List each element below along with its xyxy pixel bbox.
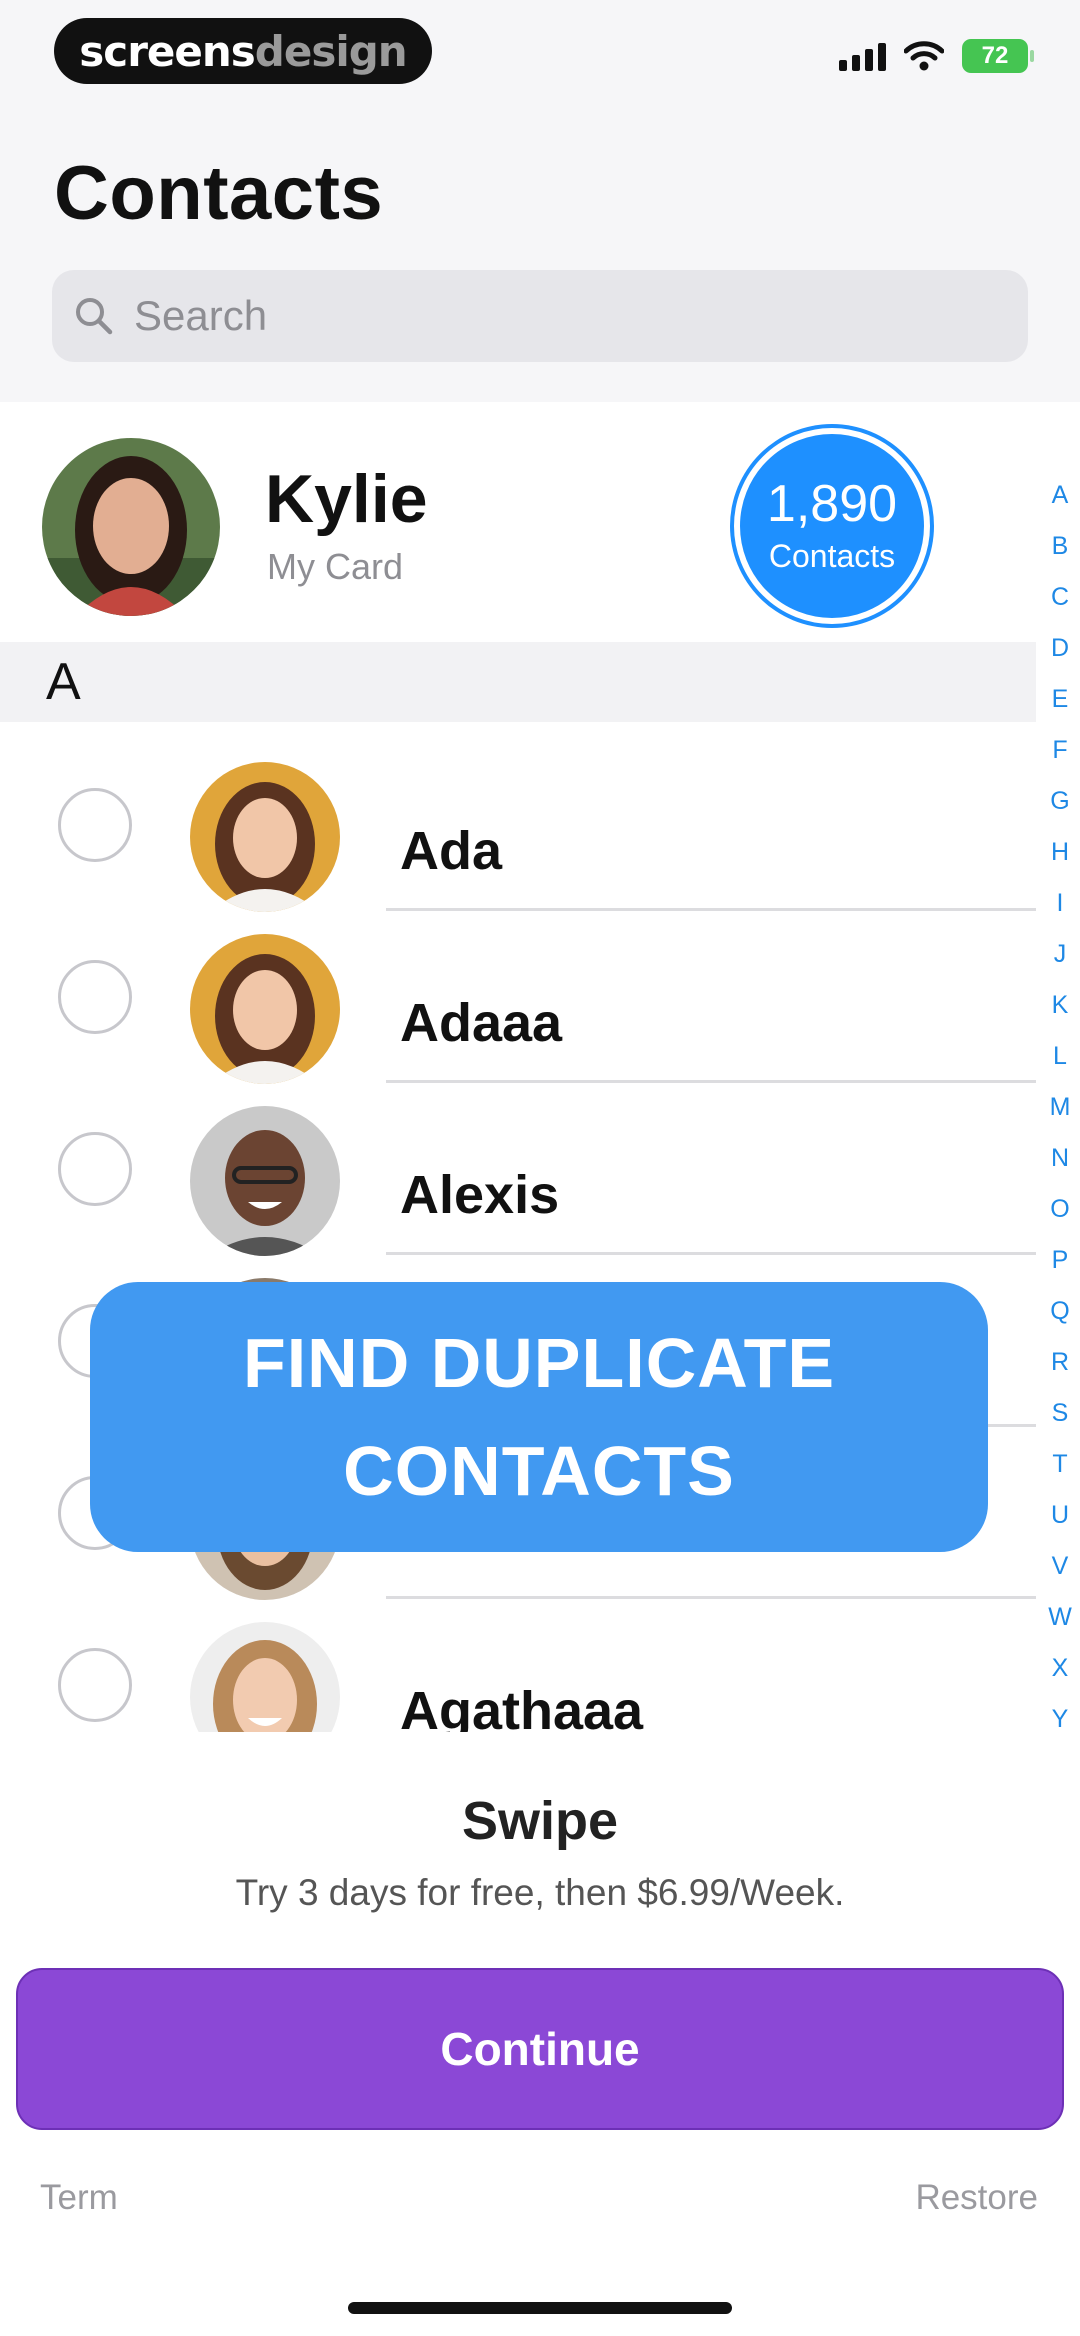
my-card-subtitle: My Card (267, 546, 404, 587)
contact-name: Ada (400, 821, 503, 881)
watermark-part2: design (254, 26, 408, 76)
index-letter[interactable]: H (1051, 827, 1069, 878)
search-field[interactable]: Search (52, 270, 1028, 362)
list-item[interactable]: Ada (0, 722, 1036, 912)
contacts-count: 1,890 (766, 474, 898, 533)
index-letter[interactable]: S (1052, 1388, 1069, 1439)
select-radio[interactable] (58, 960, 132, 1034)
alphabet-index[interactable]: ABCDEFGHIJKLMNOPQRSTUVWXY (1042, 470, 1078, 1745)
index-letter[interactable]: P (1052, 1235, 1069, 1286)
index-letter[interactable]: L (1053, 1031, 1067, 1082)
index-letter[interactable]: F (1052, 725, 1067, 776)
index-letter[interactable]: R (1051, 1337, 1069, 1388)
select-radio[interactable] (58, 1648, 132, 1722)
contacts-count-label: Contacts (768, 537, 896, 574)
battery-level: 72 (981, 42, 1009, 69)
index-letter[interactable]: G (1050, 776, 1069, 827)
index-letter[interactable]: O (1050, 1184, 1069, 1235)
list-item[interactable]: Alexis (0, 1066, 1036, 1256)
index-letter[interactable]: J (1054, 929, 1067, 980)
index-letter[interactable]: V (1052, 1541, 1069, 1592)
index-letter[interactable]: X (1052, 1643, 1069, 1694)
restore-link[interactable]: Restore (915, 2178, 1038, 2218)
banner-line-1: FIND DUPLICATE (242, 1324, 836, 1402)
contacts-count-badge: 1,890 Contacts (734, 428, 930, 624)
index-letter[interactable]: E (1052, 674, 1069, 725)
list-item[interactable]: Adaaa (0, 894, 1036, 1084)
index-letter[interactable]: N (1051, 1133, 1069, 1184)
index-letter[interactable]: A (1052, 470, 1069, 521)
feature-banner: FIND DUPLICATE CONTACTS (90, 1282, 988, 1552)
index-letter[interactable]: C (1051, 572, 1069, 623)
select-radio[interactable] (58, 1132, 132, 1206)
list-item[interactable]: Agathaaa (0, 1582, 1036, 1732)
continue-button[interactable]: Continue (16, 1968, 1064, 2130)
contact-avatar (190, 762, 340, 912)
cellular-signal-icon (839, 41, 886, 71)
search-placeholder: Search (134, 292, 268, 339)
trial-offer-text: Try 3 days for free, then $6.99/Week. (235, 1872, 845, 1913)
banner-line-2: CONTACTS (343, 1432, 735, 1510)
my-card-avatar[interactable] (42, 438, 220, 616)
index-letter[interactable]: Q (1050, 1286, 1069, 1337)
select-radio[interactable] (58, 788, 132, 862)
index-letter[interactable]: B (1052, 521, 1069, 572)
contact-name: Agathaaa (400, 1681, 644, 1732)
index-letter[interactable]: M (1050, 1082, 1071, 1133)
contact-avatar (190, 1106, 340, 1256)
index-letter[interactable]: T (1052, 1439, 1067, 1490)
index-letter[interactable]: U (1051, 1490, 1069, 1541)
contact-avatar (190, 934, 340, 1084)
index-letter[interactable]: D (1051, 623, 1069, 674)
search-icon (76, 298, 113, 335)
index-letter[interactable]: K (1052, 980, 1069, 1031)
paywall-title: Swipe (461, 1791, 619, 1851)
watermark-part1: screens (79, 26, 255, 76)
status-bar: 72 (839, 36, 1034, 76)
contact-name: Alexis (400, 1165, 560, 1225)
page-title: Contacts (54, 151, 384, 236)
wifi-icon (904, 41, 944, 71)
home-indicator[interactable] (348, 2302, 732, 2314)
contact-list[interactable]: Ada Adaaa Alexis Agathaaa (0, 722, 1036, 1732)
contact-name: Adaaa (400, 993, 563, 1053)
term-link[interactable]: Term (40, 2178, 118, 2218)
index-letter[interactable]: W (1048, 1592, 1072, 1643)
screensdesign-watermark: screens design (54, 18, 432, 84)
battery-icon: 72 (962, 39, 1034, 73)
contact-avatar (190, 1622, 340, 1732)
my-card-name[interactable]: Kylie (265, 460, 428, 538)
section-header: A (0, 642, 1036, 722)
index-letter[interactable]: I (1057, 878, 1064, 929)
